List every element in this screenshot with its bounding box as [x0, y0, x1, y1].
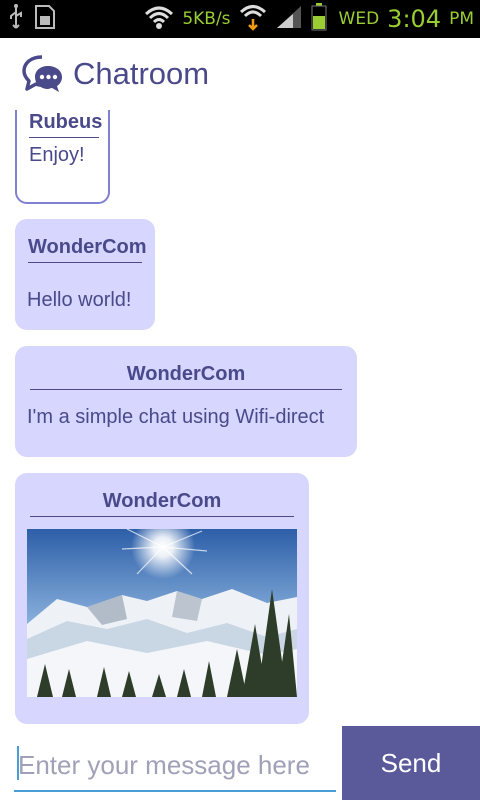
send-button[interactable]: Send — [342, 726, 480, 800]
status-day: WED — [338, 9, 380, 29]
signal-icon — [275, 4, 303, 34]
message-sender: WonderCom — [28, 236, 147, 263]
app-bar: Chatroom — [0, 38, 480, 110]
message-sender: WonderCom — [30, 490, 294, 517]
network-speed: 5KB/s — [182, 9, 231, 29]
status-bar: 5KB/s WED 3:04 PM — [0, 0, 480, 38]
status-left-icons — [8, 4, 56, 34]
message-composer: Send — [0, 726, 480, 800]
wifi-data-icon — [239, 3, 267, 35]
sd-card-icon — [34, 4, 56, 34]
snowy-mountain-photo[interactable] — [27, 529, 297, 697]
message-bubble: WonderCom — [15, 473, 309, 724]
chat-bubbles-icon[interactable] — [22, 54, 64, 94]
battery-icon — [311, 3, 327, 35]
message-input[interactable] — [14, 740, 336, 792]
message-list[interactable]: Rubeus Enjoy! WonderCom Hello world! Won… — [0, 110, 480, 726]
status-time: 3:04 — [387, 5, 442, 33]
message-bubble: WonderCom Hello world! — [15, 219, 155, 330]
wifi-icon — [144, 4, 174, 34]
message-sender: Rubeus — [29, 111, 102, 138]
usb-icon — [8, 4, 24, 34]
status-right: 5KB/s WED 3:04 PM — [144, 0, 474, 38]
message-bubble: Rubeus Enjoy! — [15, 110, 110, 204]
message-bubble: WonderCom I'm a simple chat using Wifi-d… — [15, 346, 357, 457]
message-text: Enjoy! — [29, 144, 85, 166]
message-text: I'm a simple chat using Wifi-direct — [27, 406, 325, 428]
message-sender: WonderCom — [30, 363, 342, 390]
status-ampm: PM — [449, 9, 474, 29]
text-cursor — [17, 746, 19, 780]
message-text: Hello world! — [27, 289, 132, 311]
app-title: Chatroom — [73, 56, 210, 91]
